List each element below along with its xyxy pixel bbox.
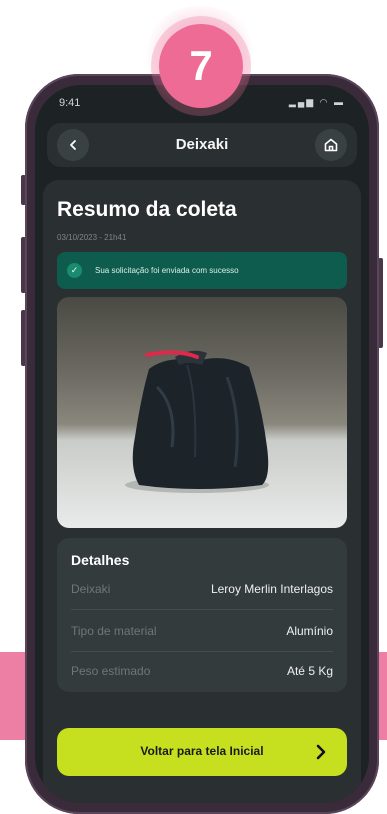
detail-label: Peso estimado (71, 664, 151, 678)
success-banner: ✓ Sua solicitação foi enviada com sucess… (57, 252, 347, 289)
phone-screen: 9:41 ▂▄▆ ◠ ▬ Deixaki Resumo da coleta 03… (35, 85, 369, 803)
details-title: Detalhes (71, 552, 130, 568)
trash-bag-photo (57, 297, 347, 528)
chevron-right-icon (316, 744, 326, 760)
request-datetime: 03/10/2023 - 21h41 (57, 233, 127, 242)
detail-row-deixaki: Deixaki Leroy Merlin Interlagos (71, 582, 333, 602)
header-title: Deixaki (175, 136, 229, 153)
step-number-badge: 7 (159, 24, 243, 108)
status-time: 9:41 (59, 97, 81, 109)
back-to-home-button[interactable]: Voltar para tela Inicial (57, 728, 347, 776)
page-title: Resumo da coleta (57, 198, 237, 221)
detail-value: Alumínio (286, 624, 333, 638)
app-header: Deixaki (47, 123, 357, 167)
details-panel: Detalhes Deixaki Leroy Merlin Interlagos… (57, 538, 347, 692)
status-indicators-icon: ▂▄▆ ◠ ▬ (288, 97, 345, 107)
divider (71, 609, 333, 610)
detail-label: Tipo de material (71, 624, 157, 638)
trash-bag-illustration (125, 350, 269, 493)
divider (71, 651, 333, 652)
detail-row-weight: Peso estimado Até 5 Kg (71, 664, 333, 684)
cta-label: Voltar para tela Inicial (140, 744, 264, 758)
detail-value: Até 5 Kg (286, 664, 333, 678)
detail-label: Deixaki (71, 582, 111, 596)
home-icon (324, 138, 338, 152)
detail-value: Leroy Merlin Interlagos (210, 582, 333, 596)
summary-card: Resumo da coleta 03/10/2023 - 21h41 ✓ Su… (43, 180, 361, 803)
detail-row-material: Tipo de material Alumínio (71, 624, 333, 644)
check-icon: ✓ (67, 263, 82, 278)
home-button[interactable] (315, 129, 347, 161)
success-message: Sua solicitação foi enviada com sucesso (95, 266, 239, 275)
